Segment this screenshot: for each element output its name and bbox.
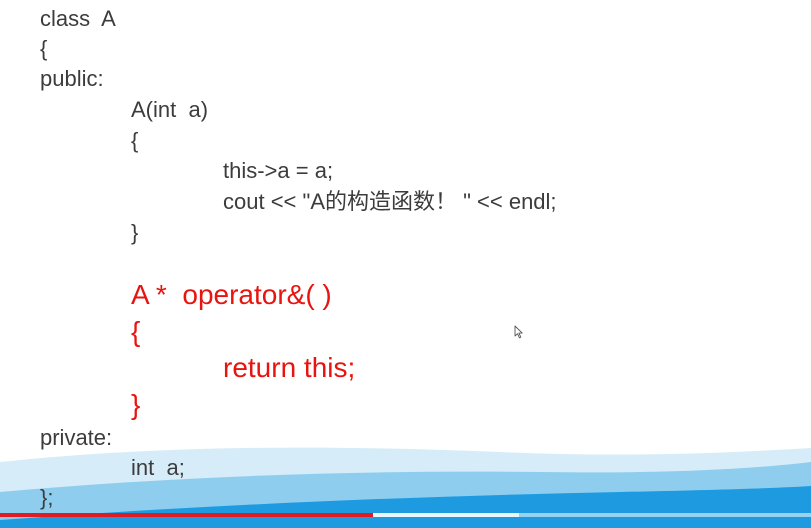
code-line-class: class A xyxy=(40,6,116,31)
wave-background xyxy=(0,447,811,528)
code-line-operator: A * operator&( ) xyxy=(131,279,332,310)
code-line-private: private: xyxy=(40,425,113,450)
progress-played xyxy=(0,513,373,517)
code-line-assign: this->a = a; xyxy=(223,158,334,183)
code-line-op-open: { xyxy=(131,316,141,347)
code-line-open-brace: { xyxy=(40,36,48,61)
video-progress-bar[interactable] xyxy=(0,513,811,517)
code-slide: class A { public: A(int a) { this->a = a… xyxy=(0,0,811,528)
code-line-public: public: xyxy=(40,66,104,91)
code-line-op-close: } xyxy=(131,389,141,420)
code-line-cout: cout << "A的构造函数！ " << endl; xyxy=(223,189,557,214)
code-line-ctor-close: } xyxy=(131,220,139,245)
code-line-class-end: }; xyxy=(40,485,54,510)
code-line-ctor-open: { xyxy=(131,128,139,153)
code-line-constructor: A(int a) xyxy=(131,97,209,122)
code-line-return: return this; xyxy=(223,352,356,383)
mouse-pointer-icon xyxy=(514,325,523,339)
code-line-member: int a; xyxy=(131,455,185,480)
progress-buffered xyxy=(373,513,519,517)
